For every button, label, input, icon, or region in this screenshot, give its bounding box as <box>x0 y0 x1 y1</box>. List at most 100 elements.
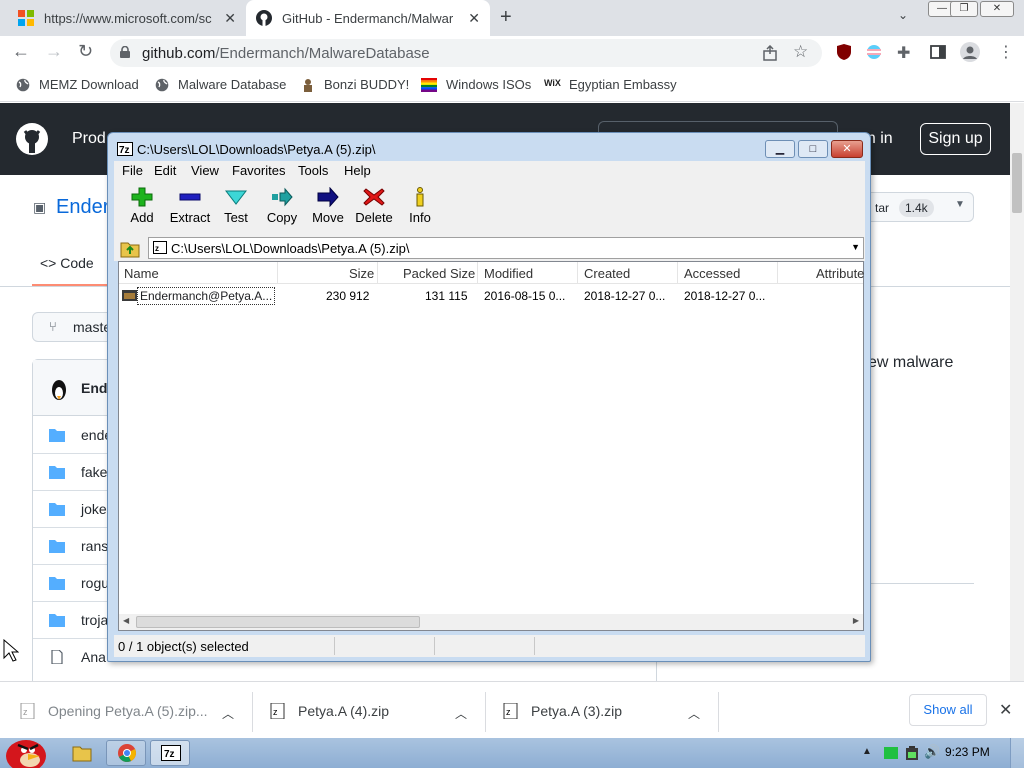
bookmark-malware-database[interactable]: Malware Database <box>155 77 286 92</box>
github-logo-icon[interactable] <box>16 123 48 155</box>
menu-dots-icon[interactable]: ⋮ <box>998 42 1014 62</box>
scroll-right-arrow-icon[interactable]: ▶ <box>853 616 859 625</box>
table-row[interactable]: Endermanch@Petya.A... 230 912 131 115 20… <box>119 286 863 306</box>
taskbar-chrome[interactable] <box>106 740 146 766</box>
column-separator[interactable] <box>377 262 378 284</box>
menu-favorites[interactable]: Favorites <box>232 163 285 178</box>
taskbar-explorer[interactable] <box>62 740 102 766</box>
file-name[interactable]: rans <box>81 538 108 554</box>
chevron-up-icon[interactable]: ︿ <box>688 700 700 726</box>
tray-expand-icon[interactable]: ▲ <box>862 746 872 757</box>
new-tab-icon[interactable]: + <box>500 6 512 29</box>
extensions-puzzle-icon[interactable]: ✚ <box>897 43 910 63</box>
column-separator[interactable] <box>577 262 578 284</box>
pride-extension-icon[interactable] <box>866 44 882 60</box>
extract-button[interactable]: Extract <box>166 187 214 225</box>
close-window-button[interactable]: ✕ <box>831 140 863 158</box>
page-scrollbar[interactable] <box>1010 103 1024 681</box>
forward-arrow-icon[interactable]: → <box>45 41 63 62</box>
close-window-button[interactable]: ✕ <box>980 1 1014 17</box>
angry-bird-start-icon[interactable] <box>2 730 52 768</box>
file-name[interactable]: joke <box>81 501 107 517</box>
copy-button[interactable]: Copy <box>258 187 306 225</box>
back-arrow-icon[interactable]: ← <box>12 41 30 62</box>
column-created[interactable]: Created <box>584 266 630 281</box>
reload-icon[interactable]: ↻ <box>78 41 93 62</box>
chevron-up-icon[interactable]: ︿ <box>222 700 234 726</box>
column-attributes[interactable]: Attribute <box>816 266 864 281</box>
tab-code[interactable]: <> Code <box>40 255 94 271</box>
download-item[interactable]: z Opening Petya.A (5).zip... <box>20 698 208 724</box>
horizontal-scrollbar[interactable]: ◀ ▶ <box>119 614 863 630</box>
menu-help[interactable]: Help <box>344 163 371 178</box>
column-packed-size[interactable]: Packed Size <box>403 266 475 281</box>
close-shelf-icon[interactable]: ✕ <box>999 700 1012 720</box>
ublock-extension-icon[interactable] <box>836 44 852 60</box>
column-modified[interactable]: Modified <box>484 266 533 281</box>
column-size[interactable]: Size <box>349 266 374 281</box>
menu-file[interactable]: File <box>122 163 143 178</box>
tab-microsoft[interactable]: https://www.microsoft.com/sc ✕ <box>8 0 246 36</box>
scrollbar-thumb[interactable] <box>1012 153 1022 213</box>
show-desktop-button[interactable] <box>1010 738 1024 768</box>
file-name[interactable]: troja <box>81 612 108 628</box>
tab-search-chevron-icon[interactable]: ⌄ <box>898 8 908 22</box>
info-icon <box>416 187 424 207</box>
bookmark-bonzi-buddy[interactable]: Bonzi BUDDY! <box>301 77 409 92</box>
column-separator[interactable] <box>677 262 678 284</box>
bookmark-egyptian-embassy[interactable]: WiX Egyptian Embassy <box>544 77 677 92</box>
info-button[interactable]: Info <box>396 187 444 225</box>
show-all-button[interactable]: Show all <box>909 694 987 726</box>
row-accessed: 2018-12-27 0... <box>684 289 766 303</box>
row-name[interactable]: Endermanch@Petya.A... <box>137 287 276 305</box>
chevron-down-icon[interactable]: ▼ <box>955 199 965 210</box>
minimize-button[interactable]: ▁ <box>765 140 795 158</box>
column-separator[interactable] <box>777 262 778 284</box>
nav-product[interactable]: Prod <box>72 130 106 148</box>
repo-owner-link[interactable]: Ender <box>56 196 109 219</box>
menu-view[interactable]: View <box>191 163 219 178</box>
column-separator[interactable] <box>277 262 278 284</box>
file-name[interactable]: Ana <box>81 649 106 665</box>
add-button[interactable]: Add <box>118 187 166 225</box>
taskbar-7zip[interactable]: 7z <box>150 740 190 766</box>
column-separator[interactable] <box>477 262 478 284</box>
move-button[interactable]: Move <box>304 187 352 225</box>
restore-button[interactable]: ❐ <box>950 1 978 17</box>
folder-up-icon[interactable] <box>120 238 140 258</box>
clock[interactable]: 9:23 PM <box>945 745 990 759</box>
bookmark-memz[interactable]: MEMZ Download <box>16 77 139 92</box>
commit-author[interactable]: End <box>81 380 107 396</box>
scrollbar-thumb[interactable] <box>136 616 420 628</box>
column-name[interactable]: Name <box>124 266 159 281</box>
close-tab-icon[interactable]: ✕ <box>224 10 236 27</box>
download-item[interactable]: z Petya.A (3).zip <box>503 698 622 724</box>
network-icon[interactable] <box>884 747 898 759</box>
volume-icon[interactable]: 🔊 <box>924 744 940 760</box>
maximize-button[interactable]: □ <box>798 140 828 158</box>
bookmark-windows-isos[interactable]: Windows ISOs <box>421 77 531 92</box>
divider <box>485 692 486 732</box>
column-accessed[interactable]: Accessed <box>684 266 740 281</box>
share-icon[interactable] <box>762 45 778 61</box>
chevron-up-icon[interactable]: ︿ <box>455 700 467 726</box>
side-panel-icon[interactable] <box>930 44 946 60</box>
close-tab-icon[interactable]: ✕ <box>468 10 480 27</box>
file-name[interactable]: fake <box>81 464 107 480</box>
download-item[interactable]: z Petya.A (4).zip <box>270 698 389 724</box>
test-button[interactable]: Test <box>212 187 260 225</box>
sign-up-button[interactable]: Sign up <box>920 123 991 155</box>
profile-avatar-icon[interactable] <box>960 42 980 62</box>
star-button[interactable]: tar 1.4k ▼ <box>860 192 974 222</box>
address-bar[interactable]: github.com/Endermanch/MalwareDatabase ☆ <box>110 39 822 67</box>
file-name[interactable]: rogu <box>81 575 109 591</box>
path-combobox[interactable]: z C:\Users\LOL\Downloads\Petya.A (5).zip… <box>148 237 864 259</box>
bookmark-star-icon[interactable]: ☆ <box>793 42 808 62</box>
tab-github[interactable]: GitHub - Endermanch/Malwar ✕ <box>246 0 490 36</box>
battery-icon[interactable] <box>906 746 918 760</box>
menu-edit[interactable]: Edit <box>154 163 176 178</box>
dropdown-arrow-icon[interactable]: ▼ <box>851 242 860 252</box>
scroll-left-arrow-icon[interactable]: ◀ <box>123 616 129 625</box>
delete-button[interactable]: Delete <box>350 187 398 225</box>
menu-tools[interactable]: Tools <box>298 163 328 178</box>
